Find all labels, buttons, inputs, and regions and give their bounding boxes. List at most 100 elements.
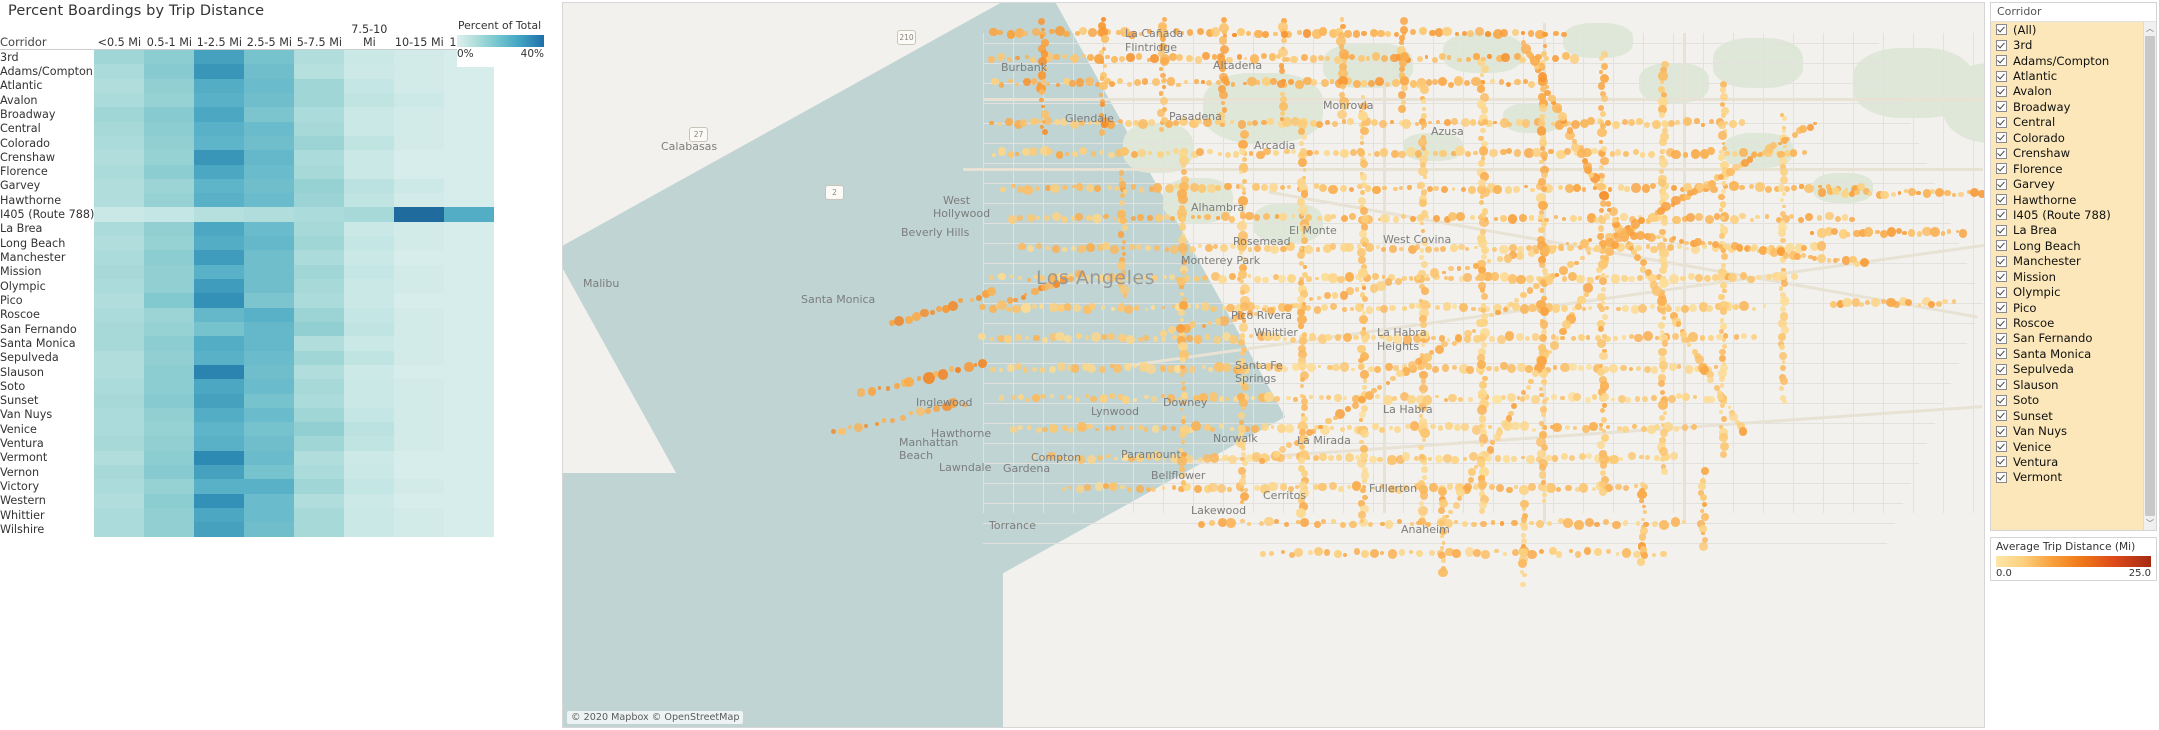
map-stop-marker[interactable] — [1317, 54, 1324, 61]
filter-list-item[interactable]: Soto — [1991, 393, 2144, 408]
map-stop-marker[interactable] — [1301, 469, 1309, 477]
heatmap-cell[interactable] — [394, 508, 445, 523]
heatmap-cell[interactable] — [244, 293, 295, 308]
heatmap-cell[interactable] — [144, 321, 195, 337]
map-stop-marker[interactable] — [1977, 190, 1984, 199]
map-stop-marker[interactable] — [1781, 116, 1788, 122]
map-stop-marker[interactable] — [1302, 29, 1312, 38]
map-stop-marker[interactable] — [1560, 452, 1569, 461]
map-stop-marker[interactable] — [1210, 426, 1216, 432]
map-stop-marker[interactable] — [1388, 549, 1398, 559]
heatmap-cell[interactable] — [194, 293, 245, 308]
scroll-up-icon[interactable]: ︿ — [2144, 22, 2156, 35]
map-stop-marker[interactable] — [1659, 389, 1666, 396]
map-stop-marker[interactable] — [1779, 365, 1786, 372]
map-stop-marker[interactable] — [1240, 129, 1250, 139]
map-stop-marker[interactable] — [1439, 149, 1447, 157]
map-stop-marker[interactable] — [1719, 409, 1724, 414]
map-stop-marker[interactable] — [1076, 422, 1087, 432]
map-stop-marker[interactable] — [1301, 301, 1306, 306]
heatmap-cell[interactable] — [94, 49, 145, 65]
map-stop-marker[interactable] — [1539, 288, 1544, 293]
map-stop-marker[interactable] — [1639, 481, 1645, 487]
map-stop-marker[interactable] — [1801, 244, 1808, 251]
map-stop-marker[interactable] — [1440, 186, 1449, 194]
map-stop-marker[interactable] — [1717, 293, 1725, 301]
checkbox-checked-icon[interactable] — [1996, 286, 2007, 298]
map-stop-marker[interactable] — [1432, 79, 1439, 86]
map-stop-marker[interactable] — [1218, 152, 1222, 156]
map-stop-marker[interactable] — [1479, 146, 1489, 156]
map-stop-marker[interactable] — [1657, 400, 1668, 411]
heatmap-cell[interactable] — [294, 350, 345, 365]
heatmap-cell[interactable] — [194, 508, 245, 523]
map-stop-marker[interactable] — [1480, 72, 1485, 78]
map-stop-marker[interactable] — [1621, 335, 1626, 340]
map-stop-marker[interactable] — [1062, 53, 1068, 60]
map-stop-marker[interactable] — [1783, 144, 1787, 149]
map-stop-marker[interactable] — [1246, 120, 1252, 126]
heatmap-cell[interactable] — [394, 293, 445, 308]
heatmap-cell[interactable] — [344, 436, 395, 451]
map-stop-marker[interactable] — [1624, 396, 1631, 403]
heatmap-cell[interactable] — [394, 321, 445, 337]
heatmap-cell[interactable] — [144, 407, 195, 423]
map-stop-marker[interactable] — [1886, 227, 1897, 237]
map-stop-marker[interactable] — [1126, 81, 1132, 87]
map-stop-marker[interactable] — [1308, 332, 1317, 341]
heatmap-cell[interactable] — [94, 178, 145, 194]
map-stop-marker[interactable] — [1339, 185, 1347, 193]
map-stop-marker[interactable] — [1399, 17, 1408, 26]
map-stop-marker[interactable] — [1721, 188, 1726, 194]
heatmap-cell[interactable] — [444, 221, 495, 237]
map-stop-marker[interactable] — [1539, 320, 1549, 329]
map-stop-marker[interactable] — [1434, 344, 1445, 354]
map-stop-marker[interactable] — [1161, 336, 1167, 342]
map-stop-marker[interactable] — [1782, 191, 1787, 196]
map-stop-marker[interactable] — [1657, 321, 1665, 329]
heatmap-cell[interactable] — [94, 493, 145, 508]
map-stop-marker[interactable] — [1124, 120, 1132, 128]
map-stop-marker[interactable] — [1247, 274, 1252, 279]
heatmap-cell[interactable] — [94, 479, 145, 494]
map-stop-marker[interactable] — [1583, 547, 1591, 555]
map-stop-marker[interactable] — [1027, 244, 1035, 252]
map-stop-marker[interactable] — [1714, 364, 1719, 369]
map-stop-marker[interactable] — [1371, 52, 1381, 61]
heatmap-cell[interactable] — [394, 307, 445, 322]
map-stop-marker[interactable] — [1480, 253, 1488, 260]
map-stop-marker[interactable] — [1352, 30, 1361, 38]
heatmap-cell[interactable] — [444, 107, 495, 122]
map-stop-marker[interactable] — [1659, 266, 1667, 275]
map-stop-marker[interactable] — [1161, 486, 1166, 490]
map-stop-marker[interactable] — [1164, 213, 1171, 220]
map-stop-marker[interactable] — [1722, 289, 1727, 294]
map-stop-marker[interactable] — [1488, 424, 1493, 429]
map-stop-marker[interactable] — [1108, 151, 1115, 158]
map-stop-marker[interactable] — [1798, 124, 1808, 133]
map-stop-marker[interactable] — [1661, 148, 1666, 153]
heatmap-cell[interactable] — [444, 407, 495, 423]
heatmap-cell[interactable] — [94, 279, 145, 294]
map-stop-marker[interactable] — [1038, 303, 1044, 309]
map-stop-marker[interactable] — [1685, 246, 1690, 251]
map-stop-marker[interactable] — [1391, 395, 1397, 401]
map-stop-marker[interactable] — [1168, 274, 1175, 280]
map-stop-marker[interactable] — [1636, 118, 1643, 125]
map-stop-marker[interactable] — [1151, 305, 1156, 310]
map-stop-marker[interactable] — [1739, 148, 1748, 157]
map-stop-marker[interactable] — [1799, 184, 1804, 189]
map-stop-marker[interactable] — [1700, 467, 1709, 476]
map-stop-marker[interactable] — [1582, 307, 1587, 312]
map-stop-marker[interactable] — [1242, 81, 1247, 86]
map-stop-marker[interactable] — [1682, 393, 1690, 401]
map-stop-marker[interactable] — [1158, 91, 1164, 96]
map-stop-marker[interactable] — [1240, 446, 1246, 452]
map-stop-marker[interactable] — [1248, 151, 1254, 156]
heatmap-cell[interactable] — [244, 193, 295, 208]
map-stop-marker[interactable] — [1497, 256, 1503, 262]
map-stop-marker[interactable] — [1360, 206, 1369, 216]
map-stop-marker[interactable] — [1739, 301, 1750, 312]
map-stop-marker[interactable] — [1004, 117, 1014, 126]
heatmap-cell[interactable] — [194, 78, 245, 93]
